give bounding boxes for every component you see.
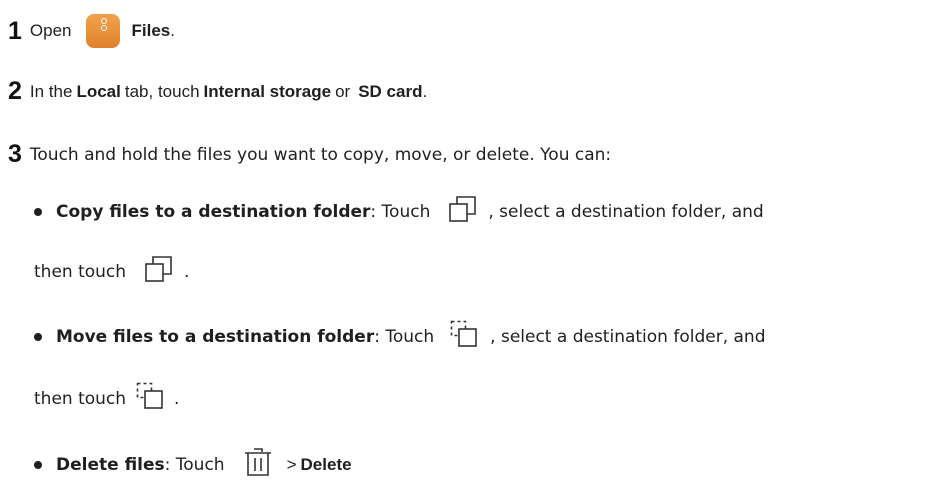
step-number: 1: [8, 16, 22, 45]
step-text: or: [335, 81, 351, 101]
bullet-copy-cont: then touch .: [34, 255, 189, 288]
step-text: tab, touch: [124, 81, 200, 101]
step-2: 2 In the Local tab, touch Internal stora…: [8, 77, 427, 106]
bullet-title: Delete files: [56, 454, 165, 475]
move-icon: [450, 320, 480, 353]
step-text: In the: [29, 81, 73, 101]
bullet-text: then touch: [34, 261, 127, 282]
bullet-dot: [34, 207, 42, 216]
step-1: 1 Open Files .: [8, 14, 175, 48]
bullet-text: : Touch: [370, 201, 431, 222]
bullet-move: Move files to a destination folder : Tou…: [34, 320, 766, 353]
bullet-text: then touch: [34, 388, 127, 409]
bullet-delete: Delete files : Touch > Delete: [34, 447, 352, 482]
bullet-text: : Touch: [164, 454, 225, 475]
bullet-text: , select a destination folder, and: [490, 326, 766, 347]
bullet-copy: Copy files to a destination folder : Tou…: [34, 195, 764, 228]
step-text-end: .: [170, 21, 175, 40]
step-number: 3: [8, 140, 22, 168]
menu-arrow: >: [286, 454, 297, 474]
copy-icon: [144, 255, 174, 288]
tab-name: Local: [76, 81, 121, 101]
trash-icon: [243, 447, 273, 482]
bullet-title: Move files to a destination folder: [56, 326, 375, 347]
app-name: Files: [131, 21, 171, 40]
step-3: 3 Touch and hold the files you want to c…: [8, 140, 611, 169]
bullet-text-end: .: [174, 388, 180, 409]
step-text-end: .: [422, 81, 428, 101]
move-icon: [136, 382, 166, 415]
delete-action: Delete: [300, 454, 352, 474]
storage-option: Internal storage: [203, 81, 332, 101]
copy-icon: [448, 195, 478, 228]
files-app-icon: [85, 14, 120, 48]
step-text: Open: [29, 21, 72, 40]
bullet-text-end: .: [184, 261, 190, 282]
bullet-text: : Touch: [374, 326, 435, 347]
bullet-title: Copy files to a destination folder: [56, 201, 371, 222]
bullet-dot: [34, 332, 42, 341]
bullet-text: , select a destination folder, and: [488, 201, 764, 222]
step-text: Touch and hold the files you want to cop…: [29, 144, 612, 165]
bullet-dot: [34, 460, 42, 469]
step-number: 2: [8, 77, 22, 105]
bullet-move-cont: then touch .: [34, 382, 179, 415]
storage-option: SD card: [358, 81, 423, 101]
